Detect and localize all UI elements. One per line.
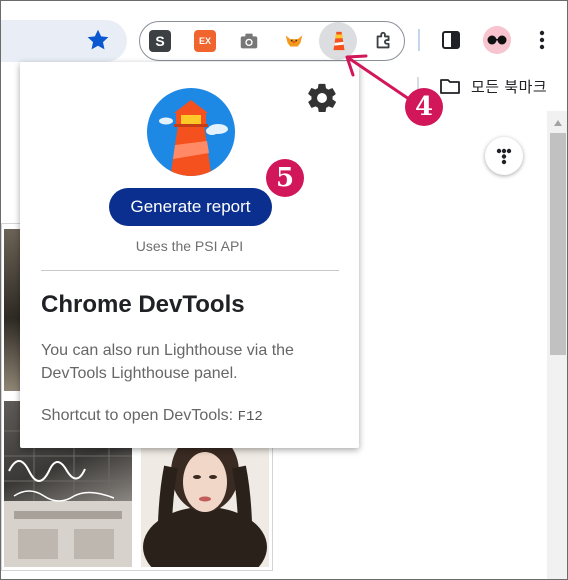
generate-report-button[interactable]: Generate report: [109, 188, 272, 226]
all-bookmarks-label[interactable]: 모든 북마크: [471, 76, 547, 97]
shortcut-key: F12: [237, 409, 263, 425]
devtools-shortcut: Shortcut to open DevTools: F12: [41, 407, 263, 425]
gallery-image[interactable]: [141, 437, 269, 567]
scroll-up-icon[interactable]: [553, 119, 563, 127]
folder-icon[interactable]: [439, 77, 461, 95]
ex-extension-icon[interactable]: EX: [194, 30, 216, 52]
lighthouse-icon[interactable]: [328, 30, 350, 52]
popup-divider: [41, 270, 339, 271]
star-icon[interactable]: [85, 27, 111, 53]
avatar[interactable]: [483, 26, 511, 54]
side-panel-icon[interactable]: [441, 30, 461, 50]
dots-icon: [496, 148, 512, 165]
step-badge-5: 5: [266, 159, 304, 197]
scroll-thumb[interactable]: [550, 133, 566, 355]
more-vert-icon[interactable]: [532, 28, 552, 52]
puzzle-icon[interactable]: [373, 30, 395, 52]
browser-window: S EX 모든 북마크 Generate report Uses the PSI…: [0, 0, 568, 580]
s-extension-icon[interactable]: S: [149, 30, 171, 52]
step-badge-4: 4: [405, 88, 443, 126]
extensions-container: [139, 21, 405, 61]
fox-icon[interactable]: [283, 30, 305, 52]
gear-icon[interactable]: [305, 81, 339, 115]
toolbar-separator: [418, 29, 420, 51]
devtools-heading: Chrome DevTools: [41, 291, 245, 318]
page-menu-button[interactable]: [485, 137, 523, 175]
camera-icon[interactable]: [238, 30, 260, 52]
lighthouse-logo: [147, 88, 235, 176]
psi-api-note: Uses the PSI API: [135, 238, 244, 254]
shortcut-label: Shortcut to open DevTools:: [41, 407, 234, 424]
devtools-description: You can also run Lighthouse via the DevT…: [41, 342, 294, 382]
